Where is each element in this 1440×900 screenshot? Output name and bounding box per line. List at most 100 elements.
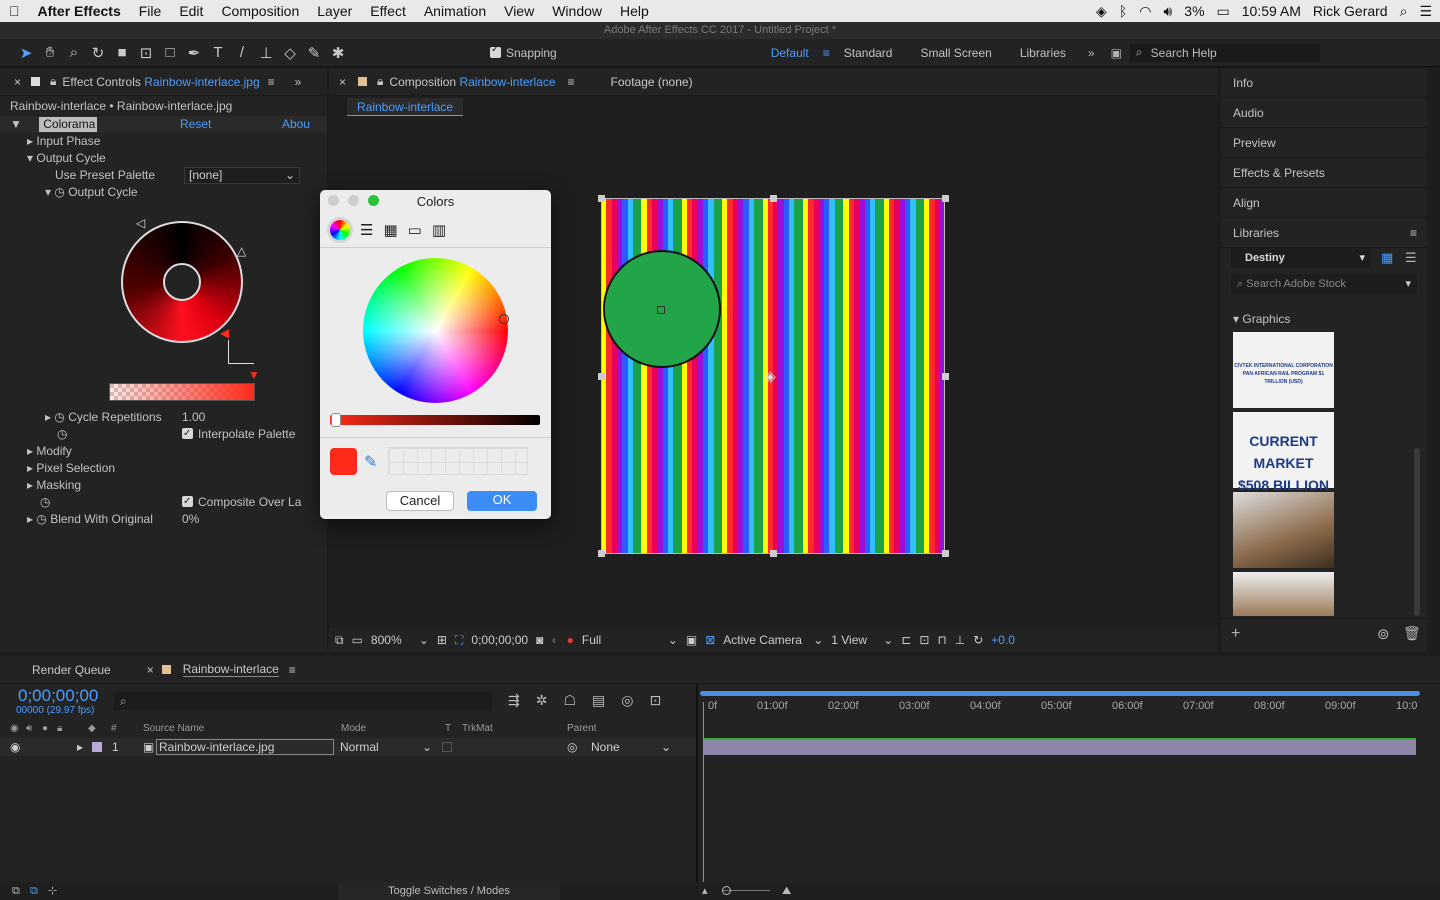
camera-dropdown[interactable]: Active Camera ⌄ — [723, 633, 823, 647]
viewer-timecode[interactable]: 0;00;00;00 — [471, 633, 528, 647]
time-ruler[interactable]: 0f 01:00f 02:00f 03:00f 04:00f 05:00f 06:00f 07… — [700, 696, 1420, 718]
comp-mini-flowchart-icon[interactable]: ⇶ — [508, 692, 520, 709]
masking-row[interactable]: ▸ Masking — [27, 477, 81, 494]
output-cycle-row[interactable]: ▾ ◷ Output Cycle — [45, 184, 138, 201]
workspace-libraries[interactable]: Libraries — [1006, 46, 1080, 60]
always-preview-icon[interactable]: ⧉ — [335, 633, 344, 648]
cancel-button[interactable]: Cancel — [386, 491, 454, 511]
image-palettes-mode-icon[interactable]: ▭ — [408, 221, 422, 239]
bluetooth-icon[interactable]: ᛒ — [1119, 3, 1127, 19]
panel-overflow-icon[interactable]: » — [295, 75, 302, 89]
trash-icon[interactable]: 🗑︎ — [1403, 625, 1421, 642]
saved-swatches-grid[interactable] — [388, 447, 528, 475]
creative-cloud-icon[interactable]: ⊚ — [1377, 625, 1390, 643]
selected-color-swatch[interactable] — [330, 448, 357, 475]
layer-anchor-point-icon[interactable]: ◈ — [765, 368, 776, 385]
stopwatch-icon[interactable]: ◷ — [54, 185, 64, 199]
ok-button[interactable]: OK — [467, 491, 537, 511]
menu-help[interactable]: Help — [611, 3, 658, 19]
render-queue-tab[interactable]: Render Queue — [32, 663, 111, 677]
effects-presets-panel-tab[interactable]: Effects & Presets — [1221, 158, 1427, 188]
footage-tab[interactable]: Footage (none) — [611, 75, 693, 89]
brightness-slider-thumb[interactable] — [331, 413, 341, 427]
transform-handle[interactable] — [942, 550, 949, 557]
blend-with-original-row[interactable]: ▸ ◷ Blend With Original — [27, 511, 153, 528]
rectangle-tool-icon[interactable]: □ — [158, 42, 182, 64]
expand-layer-icon[interactable]: ▸ — [77, 738, 83, 756]
zoom-slider-thumb[interactable] — [722, 886, 731, 895]
interpolate-stopwatch-icon[interactable]: ◷ — [57, 426, 67, 443]
library-thumbnail-photo[interactable] — [1233, 572, 1334, 616]
zoom-in-icon[interactable]: ⛰ — [782, 882, 791, 900]
menu-window[interactable]: Window — [543, 3, 611, 19]
stopwatch-icon[interactable]: ◷ — [36, 512, 46, 526]
dropbox-icon[interactable]: ◈ — [1096, 3, 1107, 20]
layer-row[interactable]: ◉ ▸ 1 ▣ Rainbow-interlace.jpg Normal ⌄ ◎… — [0, 738, 696, 756]
blend-with-original-value[interactable]: 0% — [182, 511, 199, 528]
preset-palette-dropdown[interactable]: [none] ⌄ — [184, 167, 300, 184]
wifi-icon[interactable]: ◠ — [1139, 3, 1151, 20]
menu-layer[interactable]: Layer — [308, 3, 361, 19]
composite-stopwatch-icon[interactable]: ◷ — [40, 494, 50, 511]
toggle-switches-modes[interactable]: Toggle Switches / Modes — [338, 882, 560, 900]
layer-mode-dropdown[interactable]: Normal ⌄ — [340, 738, 434, 756]
libraries-panel-tab[interactable]: Libraries ≡ — [1221, 218, 1427, 248]
snapping-checkbox[interactable] — [490, 44, 501, 58]
user-name[interactable]: Rick Gerard — [1313, 3, 1388, 19]
brush-tool-icon[interactable]: / — [230, 42, 254, 64]
pan-behind-tool-icon[interactable]: ⊡ — [134, 42, 158, 64]
parent-dropdown[interactable]: None ⌄ — [591, 738, 673, 756]
workspace-overflow-icon[interactable]: » — [1080, 46, 1103, 60]
volume-icon[interactable]: 🔊︎ — [1163, 3, 1172, 20]
audio-panel-tab[interactable]: Audio — [1221, 98, 1427, 128]
layer-switches-icon[interactable]: ⧉ — [12, 882, 20, 900]
layer-label-color[interactable] — [92, 742, 102, 752]
pixel-selection-row[interactable]: ▸ Pixel Selection — [27, 460, 115, 477]
exposure-value[interactable]: +0.0 — [991, 633, 1015, 647]
composite-over-row[interactable]: Composite Over La — [182, 493, 301, 511]
apple-menu-icon[interactable]:  — [0, 3, 29, 19]
panel-menu-icon[interactable]: ≡ — [268, 75, 275, 89]
palette-gradient-bar[interactable] — [109, 383, 255, 401]
timeline-comp-tab[interactable]: Rainbow-interlace — [182, 662, 279, 677]
zoom-tool-icon[interactable]: ⌕ — [62, 42, 86, 64]
color-wheel-mode-icon[interactable] — [330, 219, 350, 240]
current-time-indicator[interactable] — [703, 702, 704, 882]
menu-animation[interactable]: Animation — [415, 3, 495, 19]
layer-duration-bar[interactable] — [704, 738, 1416, 755]
layer-name[interactable]: Rainbow-interlace.jpg — [156, 739, 334, 755]
modify-row[interactable]: ▸ Modify — [27, 443, 72, 460]
preview-panel-tab[interactable]: Preview — [1221, 128, 1427, 158]
eraser-tool-icon[interactable]: ◇ — [278, 42, 302, 64]
snapshot-icon[interactable]: ◙ — [536, 633, 543, 647]
library-thumbnail-photo[interactable] — [1233, 492, 1334, 568]
reset-exposure-icon[interactable]: ↻ — [973, 633, 983, 647]
pick-whip-icon[interactable]: ◎ — [567, 738, 577, 756]
list-view-icon[interactable]: ☰ — [1405, 250, 1417, 266]
output-cycle-wheel[interactable] — [121, 221, 243, 343]
layer-search-field[interactable]: ⌕ — [114, 692, 492, 710]
color-sliders-mode-icon[interactable]: ☰ — [360, 221, 373, 239]
views-dropdown[interactable]: 1 View ⌄ — [831, 633, 893, 647]
spotlight-icon[interactable]: ⌕ — [1400, 3, 1408, 20]
brightness-slider[interactable] — [330, 415, 540, 425]
color-wheel-picker[interactable] — [499, 314, 509, 324]
grid-view-icon[interactable]: ▦ — [1381, 250, 1393, 266]
colorama-effect-name[interactable]: Colorama — [39, 117, 98, 132]
cycle-marker-red-icon[interactable]: ▼ — [248, 368, 260, 382]
app-menu[interactable]: After Effects — [29, 3, 130, 19]
region-of-interest-icon[interactable]: ⛶ — [455, 633, 463, 648]
fast-previews-icon[interactable]: ▣ — [686, 633, 697, 647]
pen-tool-icon[interactable]: ✒︎ — [182, 42, 206, 64]
camera-tool-icon[interactable]: ■ — [110, 42, 134, 64]
close-icon[interactable]: × — [14, 75, 21, 89]
transform-handle[interactable] — [770, 195, 777, 202]
draft-3d-icon[interactable]: ✲ — [536, 692, 548, 709]
library-dropdown[interactable]: Destiny ▾ — [1231, 248, 1371, 268]
add-icon[interactable]: + — [1231, 625, 1240, 643]
workspace-edit-icon[interactable]: ▣ — [1103, 46, 1130, 60]
clone-stamp-tool-icon[interactable]: ⊥ — [254, 42, 278, 64]
resolution-dropdown[interactable]: Full ⌄ — [582, 633, 678, 647]
menu-effect[interactable]: Effect — [361, 3, 415, 19]
transform-handle[interactable] — [770, 550, 777, 557]
